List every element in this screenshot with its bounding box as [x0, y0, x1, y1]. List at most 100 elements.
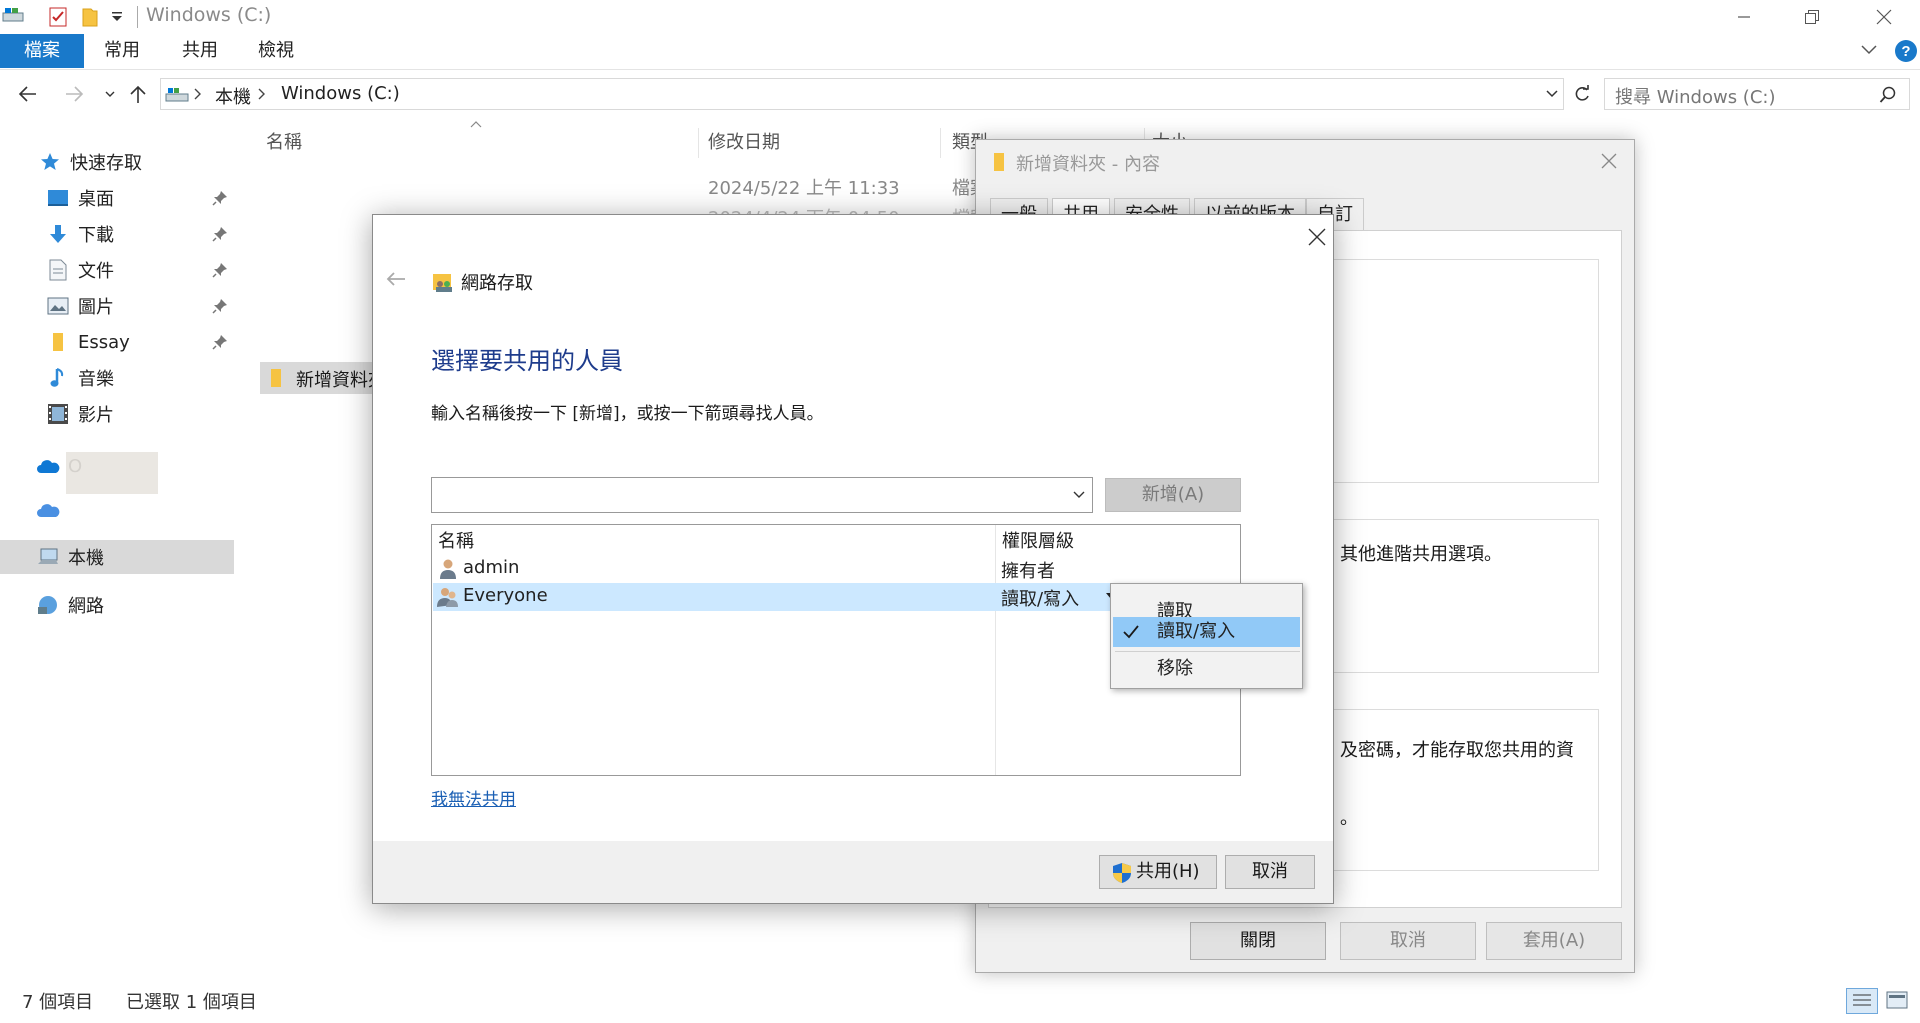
table-row[interactable]: admin 擁有者	[433, 555, 1239, 583]
title-divider	[137, 6, 138, 28]
uac-shield-icon	[1112, 862, 1132, 884]
close-icon[interactable]	[1600, 152, 1618, 170]
column-divider[interactable]	[940, 128, 941, 158]
pin-icon[interactable]	[212, 334, 228, 350]
tab-view[interactable]: 檢視	[250, 34, 302, 68]
menu-item-read-write[interactable]: 讀取/寫入	[1113, 617, 1300, 647]
back-arrow-icon[interactable]	[385, 271, 407, 287]
trouble-sharing-link[interactable]: 我無法共用	[431, 785, 516, 810]
address-history-icon[interactable]	[1545, 89, 1559, 99]
pin-icon[interactable]	[212, 190, 228, 206]
pin-icon[interactable]	[212, 298, 228, 314]
breadcrumb-separator-icon	[193, 87, 203, 101]
advanced-sharing-text: 其他進階共用選項。	[1340, 544, 1502, 565]
column-header-permission[interactable]: 權限層級	[1002, 527, 1074, 553]
search-icon[interactable]	[1879, 86, 1897, 104]
chevron-down-icon[interactable]	[1072, 490, 1086, 500]
checkmark-icon	[1123, 625, 1139, 639]
sidebar-item-this-pc[interactable]: 本機	[36, 541, 104, 573]
search-input[interactable]: 搜尋 Windows (C:)	[1604, 78, 1910, 110]
tab-file[interactable]: 檔案	[0, 34, 84, 68]
sidebar-item-label: 桌面	[78, 189, 114, 210]
sidebar-item-label: 本機	[68, 548, 104, 569]
customize-toolbar-icon[interactable]	[110, 10, 124, 24]
list-item-selected-folder[interactable]: 新增資料夾	[260, 362, 386, 394]
user-name: Everyone	[463, 585, 548, 606]
navigation-bar: 本機 Windows (C:) 搜尋 Windows (C:)	[0, 70, 1920, 120]
sidebar-item-downloads[interactable]: 下載	[46, 218, 114, 250]
address-bar[interactable]: 本機 Windows (C:)	[160, 78, 1564, 110]
network-access-dialog: 網路存取 選擇要共用的人員 輸入名稱後按一下 [新增]，或按一下箭頭尋找人員。 …	[372, 214, 1334, 904]
drive-icon	[2, 6, 24, 26]
close-icon[interactable]	[1307, 227, 1327, 247]
sidebar-item-music[interactable]: 音樂	[46, 362, 114, 394]
search-placeholder: 搜尋 Windows (C:)	[1615, 87, 1776, 108]
sidebar-item-label: 文件	[78, 261, 114, 282]
large-icons-view-icon[interactable]	[1882, 988, 1914, 1014]
network-icon	[36, 593, 60, 617]
column-divider[interactable]	[698, 128, 699, 158]
menu-item-label: 讀取/寫入	[1157, 621, 1236, 642]
computer-icon	[36, 545, 60, 569]
sidebar-item-documents[interactable]: 文件	[46, 254, 114, 286]
onedrive-icon	[36, 454, 60, 478]
desktop-icon	[46, 186, 70, 210]
permission-level: 擁有者	[1001, 561, 1055, 582]
tab-home[interactable]: 常用	[96, 34, 148, 68]
recent-locations-icon[interactable]	[96, 80, 124, 108]
music-icon	[46, 366, 70, 390]
permission-level[interactable]: 讀取/寫入	[1001, 585, 1079, 611]
cancel-button[interactable]: 取消	[1340, 922, 1476, 960]
file-date: 2024/5/22 上午 11:33	[708, 178, 900, 199]
column-header-name[interactable]: 名稱	[438, 527, 474, 553]
sidebar-item-label: 影片	[78, 405, 114, 426]
navigation-pane: 快速存取 桌面 下載 文件 圖片 Essay 音樂 影片 本機 網路	[0, 120, 236, 978]
sidebar-item-desktop[interactable]: 桌面	[46, 182, 114, 214]
details-view-icon[interactable]	[1846, 988, 1878, 1014]
pictures-icon	[46, 294, 70, 318]
help-icon[interactable]: ?	[1894, 39, 1918, 63]
cancel-button[interactable]: 取消	[1225, 855, 1315, 889]
sidebar-item-essay[interactable]: Essay	[46, 326, 130, 358]
close-window-button[interactable]	[1850, 0, 1918, 34]
expand-ribbon-icon[interactable]	[1860, 44, 1878, 56]
sidebar-item-videos[interactable]: 影片	[46, 398, 114, 430]
minimize-button[interactable]	[1710, 0, 1778, 34]
ribbon: 檔案 常用 共用 檢視 ?	[0, 34, 1920, 70]
user-name-combobox[interactable]	[431, 477, 1093, 513]
breadcrumb-drive[interactable]: Windows (C:)	[281, 83, 400, 104]
column-header-name[interactable]: 名稱	[266, 128, 302, 154]
title-bar: Windows (C:)	[0, 0, 1920, 34]
refresh-icon[interactable]	[1568, 80, 1596, 108]
nav-quick-access[interactable]: 快速存取	[38, 146, 142, 178]
share-button[interactable]: 共用(H)	[1099, 855, 1217, 889]
folder-icon	[992, 152, 1006, 172]
apply-button[interactable]: 套用(A)	[1486, 922, 1622, 960]
window-title: Windows (C:)	[146, 4, 272, 26]
forward-arrow-icon[interactable]	[60, 80, 88, 108]
sidebar-item-pictures[interactable]: 圖片	[46, 290, 114, 322]
pin-icon[interactable]	[212, 226, 228, 242]
up-arrow-icon[interactable]	[124, 80, 152, 108]
item-count: 7 個項目	[22, 992, 94, 1013]
tab-share[interactable]: 共用	[174, 34, 226, 68]
pin-icon[interactable]	[212, 262, 228, 278]
column-header-modified[interactable]: 修改日期	[708, 128, 780, 154]
close-button[interactable]: 關閉	[1190, 922, 1326, 960]
breadcrumb-this-pc[interactable]: 本機	[215, 83, 251, 109]
page-heading: 選擇要共用的人員	[431, 347, 623, 375]
restore-button[interactable]	[1778, 0, 1846, 34]
sidebar-item-label: Essay	[78, 331, 130, 353]
back-arrow-icon[interactable]	[14, 80, 42, 108]
redacted-account-block	[66, 452, 158, 494]
sidebar-item-onedrive-personal[interactable]	[36, 494, 68, 526]
download-icon	[46, 222, 70, 246]
password-protection-text: 及密碼，才能存取您共用的資	[1340, 740, 1574, 761]
add-button[interactable]: 新增(A)	[1105, 478, 1241, 512]
new-folder-icon[interactable]	[80, 6, 100, 28]
sidebar-item-network[interactable]: 網路	[36, 589, 104, 621]
this-pc-icon	[165, 85, 189, 105]
sort-ascending-icon	[470, 120, 482, 128]
properties-icon[interactable]	[48, 6, 70, 28]
menu-item-remove[interactable]: 移除	[1113, 654, 1300, 684]
